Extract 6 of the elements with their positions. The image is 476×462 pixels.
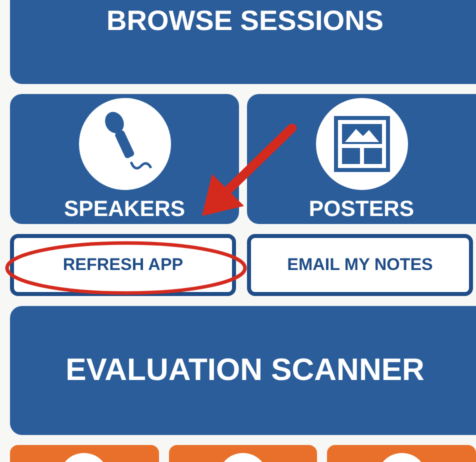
evaluation-scanner-button[interactable]: EVALUATION SCANNER bbox=[10, 306, 476, 435]
posters-tile[interactable]: POSTERS bbox=[247, 94, 476, 224]
browse-sessions-button[interactable]: BROWSE SESSIONS bbox=[10, 0, 476, 84]
email-notes-button[interactable]: EMAIL MY NOTES bbox=[247, 234, 473, 296]
picture-frame-icon bbox=[334, 116, 390, 172]
speakers-tile[interactable]: SPEAKERS bbox=[10, 94, 239, 224]
